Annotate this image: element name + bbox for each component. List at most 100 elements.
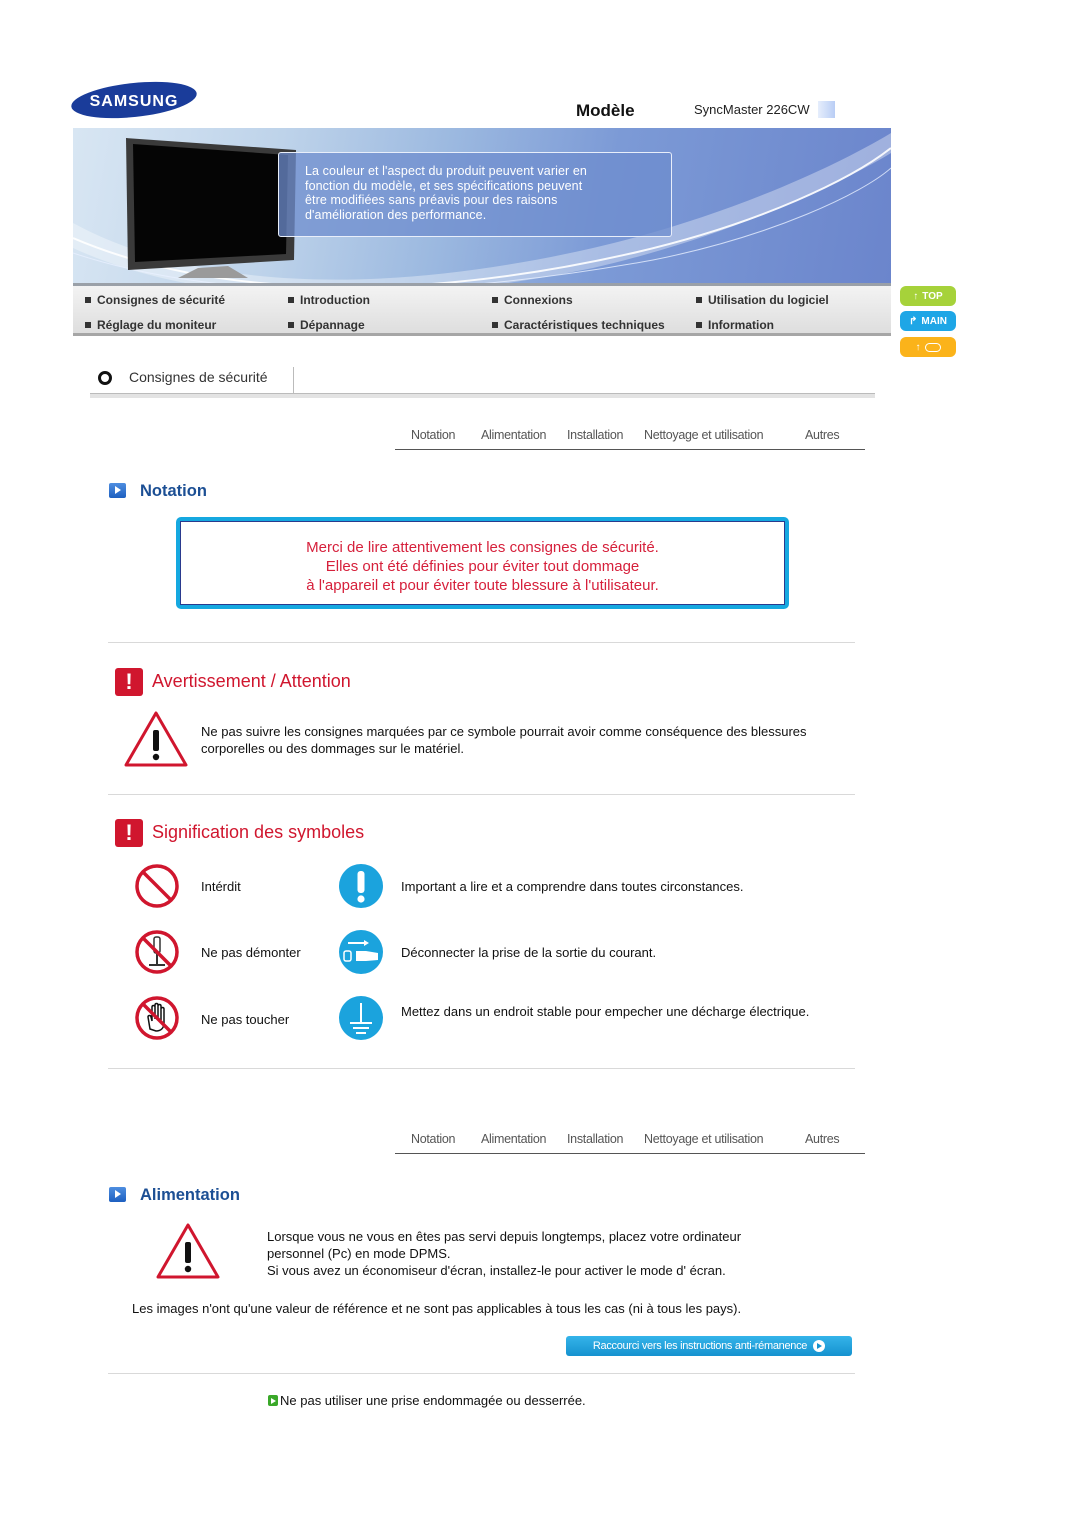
samsung-logo[interactable]: SAMSUNG — [70, 80, 198, 120]
tab-alimentation[interactable]: Alimentation — [481, 1132, 546, 1146]
tab-notation[interactable]: Notation — [411, 428, 455, 442]
arrow-up-icon: ↑ — [915, 341, 921, 353]
top-label: TOP — [922, 290, 943, 302]
no-touch-icon — [135, 996, 179, 1040]
symbol-label: Déconnecter la prise de la sortie du cou… — [401, 945, 657, 960]
section-title: Consignes de sécurité — [129, 369, 268, 385]
alimentation-text: Lorsque vous ne vous en êtes pas servi d… — [267, 1228, 847, 1279]
tab-autres[interactable]: Autres — [805, 428, 840, 442]
tab-autres[interactable]: Autres — [805, 1132, 840, 1146]
warning-triangle-icon — [124, 711, 188, 767]
divider — [108, 642, 855, 643]
model-swatch — [818, 101, 835, 118]
bullet-icon — [288, 322, 294, 328]
warning-text: Ne pas suivre les consignes marquées par… — [201, 724, 807, 756]
green-arrow-icon — [268, 1395, 278, 1406]
anti-burn-in-shortcut-button[interactable]: Raccourci vers les instructions anti-rém… — [566, 1336, 852, 1356]
bullet-icon — [696, 322, 702, 328]
tab-alimentation[interactable]: Alimentation — [481, 428, 546, 442]
text-line: personnel (Pc) en mode DPMS. — [267, 1246, 451, 1261]
tab-nettoyage[interactable]: Nettoyage et utilisation — [644, 1132, 764, 1146]
product-banner: La couleur et l'aspect du produit peuven… — [73, 128, 891, 283]
warning-triangle-icon — [156, 1223, 220, 1279]
notice-line: à l'appareil et pour éviter toute blessu… — [306, 577, 659, 594]
symbol-label: Intérdit — [201, 879, 241, 894]
divider — [108, 1373, 855, 1374]
nav-label: Caractéristiques techniques — [504, 318, 665, 332]
nav-label: Consignes de sécurité — [97, 293, 226, 307]
tab-nettoyage[interactable]: Nettoyage et utilisation — [644, 428, 764, 442]
nav-label: Information — [708, 318, 774, 332]
bullet-icon — [492, 322, 498, 328]
main-button[interactable]: ↱ MAIN — [900, 311, 956, 331]
unplug-icon — [339, 930, 383, 974]
play-arrow-icon — [109, 483, 126, 498]
cloud-icon — [924, 342, 941, 352]
arrow-up-icon: ↑ — [913, 290, 919, 302]
nav-label: Réglage du moniteur — [97, 318, 217, 332]
bullet-icon — [288, 297, 294, 303]
safety-notice: Merci de lire attentivement les consigne… — [176, 517, 789, 609]
arrow-turn-icon: ↱ — [909, 315, 918, 327]
nav-item-logiciel[interactable]: Utilisation du logiciel — [696, 293, 829, 307]
main-label: MAIN — [921, 315, 947, 327]
main-nav: Consignes de sécurité Introduction Conne… — [73, 283, 891, 336]
symbol-label: Ne pas toucher — [201, 1012, 290, 1027]
banner-line: être modifiées sans préavis pour des rai… — [305, 193, 558, 207]
nav-item-depannage[interactable]: Dépannage — [288, 318, 365, 332]
nav-item-introduction[interactable]: Introduction — [288, 293, 370, 307]
banner-line: La couleur et l'aspect du produit peuven… — [305, 164, 587, 178]
exclamation-icon: ! — [115, 819, 143, 847]
notation-heading: Notation — [140, 482, 207, 500]
top-button[interactable]: ↑ TOP — [900, 286, 956, 306]
divider — [293, 367, 294, 393]
disclaimer-text: Les images n'ont qu'une valeur de référe… — [132, 1301, 742, 1316]
section-bullet-icon — [98, 371, 112, 385]
nav-label: Utilisation du logiciel — [708, 293, 829, 307]
text-line: Lorsque vous ne vous en êtes pas servi d… — [267, 1229, 742, 1244]
section-rule — [90, 393, 875, 398]
bullet-text: Ne pas utiliser une prise endommagée ou … — [280, 1393, 586, 1408]
notice-line: Merci de lire attentivement les consigne… — [306, 539, 659, 556]
nav-item-consignes[interactable]: Consignes de sécurité — [85, 293, 225, 307]
banner-line: fonction du modèle, et ses spécification… — [305, 178, 583, 193]
subtabs-alimentation: Notation Alimentation Installation Netto… — [395, 1124, 865, 1154]
shortcut-label: Raccourci vers les instructions anti-rém… — [592, 1340, 808, 1352]
bullet-icon — [85, 322, 91, 328]
model-label: Modèle — [576, 101, 635, 120]
exclamation-icon: ! — [115, 668, 143, 696]
divider — [108, 1068, 855, 1069]
nav-item-information[interactable]: Information — [696, 318, 774, 332]
symbol-label: Mettez dans un endroit stable pour empec… — [401, 1004, 810, 1019]
text-line: Si vous avez un économiseur d'écran, ins… — [267, 1263, 726, 1278]
nav-label: Introduction — [300, 293, 370, 307]
tab-notation[interactable]: Notation — [411, 1132, 455, 1146]
banner-line: d'amélioration des performance. — [305, 207, 487, 222]
notice-line: Elles ont été définies pour éviter tout … — [325, 558, 640, 575]
divider — [108, 794, 855, 795]
nav-item-caracteristiques[interactable]: Caractéristiques techniques — [492, 318, 665, 332]
important-icon — [339, 864, 383, 908]
nav-label: Dépannage — [300, 318, 365, 332]
alimentation-heading: Alimentation — [140, 1186, 240, 1204]
nav-item-connexions[interactable]: Connexions — [492, 293, 573, 307]
warning-title: Avertissement / Attention — [152, 671, 351, 691]
symbol-label: Important a lire et a comprendre dans to… — [401, 879, 744, 894]
model-value: SyncMaster 226CW — [694, 102, 810, 117]
bullet-icon — [492, 297, 498, 303]
symbols-title: Signification des symboles — [152, 822, 365, 842]
play-arrow-icon — [109, 1187, 126, 1202]
no-disassemble-icon — [135, 930, 179, 974]
ground-icon — [339, 996, 383, 1040]
prohibited-icon — [135, 864, 179, 908]
subtabs-notation: Notation Alimentation Installation Netto… — [395, 420, 865, 450]
bullet-item: Ne pas utiliser une prise endommagée ou … — [268, 1392, 586, 1409]
brand-text: SAMSUNG — [90, 93, 179, 110]
back-button[interactable]: ↑ — [900, 337, 956, 357]
nav-label: Connexions — [504, 293, 573, 307]
bullet-icon — [85, 297, 91, 303]
tab-installation[interactable]: Installation — [567, 1132, 623, 1146]
nav-item-reglage[interactable]: Réglage du moniteur — [85, 318, 216, 332]
banner-notice: La couleur et l'aspect du produit peuven… — [278, 152, 672, 237]
tab-installation[interactable]: Installation — [567, 428, 623, 442]
